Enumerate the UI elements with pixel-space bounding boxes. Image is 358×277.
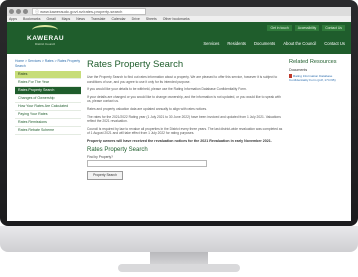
bookmark-item[interactable]: Calendar (111, 17, 125, 21)
paragraph: Council is required by law to revalue al… (87, 126, 283, 136)
nav-contact[interactable]: Contact Us (324, 41, 345, 46)
property-field-label: Find by Property? (87, 154, 114, 159)
logo-text: KAWERAU (27, 35, 65, 42)
related-resources: Related Resources Documents Rating Infor… (289, 59, 347, 83)
council-logo[interactable]: KAWERAU District Council (27, 25, 65, 46)
bookmark-item[interactable]: Sheets (146, 17, 157, 21)
nav-documents[interactable]: Documents (254, 41, 275, 46)
bookmark-item[interactable]: Translate (91, 17, 105, 21)
page-title: Rates Property Search (87, 59, 184, 70)
property-search-input[interactable] (87, 159, 207, 167)
monitor-chin (0, 226, 358, 252)
sidebar-item-rates[interactable]: Rates (15, 71, 81, 79)
bookmark-item[interactable]: Apps (9, 17, 17, 21)
sidebar-item-rates-property-search[interactable]: Rates Property Search (15, 87, 81, 95)
util-link[interactable]: Get in touch (267, 25, 292, 31)
utility-links: Get in touch Accessibility Contact Us (267, 25, 345, 31)
bookmark-item[interactable]: News (76, 17, 85, 21)
back-icon[interactable] (9, 9, 14, 14)
sidebar-item-rates-rebate[interactable]: Rates Rebate Scheme (15, 127, 81, 135)
bookmark-item[interactable]: Maps (62, 17, 71, 21)
paragraph: If you would like your details to be wit… (87, 87, 247, 92)
address-bar[interactable]: ⓘ www.kaweraudc.govt.nz/rates-property-s… (32, 8, 146, 15)
browser-toolbar: ⓘ www.kaweraudc.govt.nz/rates-property-s… (7, 7, 351, 16)
nav-residents[interactable]: Residents (227, 41, 246, 46)
paragraph: Rates and property valuation data are up… (87, 106, 208, 111)
logo-subtext: District Council (34, 42, 55, 46)
related-subtitle: Documents (289, 68, 308, 72)
property-search-button[interactable]: Property Search (87, 170, 123, 180)
main-content: Rates Property Search Use the Property S… (87, 59, 283, 180)
paragraph: The rates for the 2021/2022 Rating year … (87, 114, 281, 124)
sidebar-item-changes-of-ownership[interactable]: Changes of Ownership (15, 95, 81, 103)
sidebar: Home > Services > Rates > Rates Property… (15, 59, 81, 135)
related-link-text[interactable]: Rating Information Database Confidential… (289, 74, 336, 82)
main-nav: Services Residents Documents About the C… (203, 41, 345, 46)
paragraph: If your details are changed or you would… (87, 94, 281, 104)
nav-about[interactable]: About the Council (283, 41, 316, 46)
related-link-item[interactable]: Rating Information Database Confidential… (289, 74, 347, 83)
reload-icon[interactable] (23, 9, 28, 14)
bookmark-item[interactable]: Bookmarks (23, 17, 41, 21)
bookmark-item[interactable]: Gmail (47, 17, 56, 21)
bookmark-item[interactable]: Other bookmarks (163, 17, 190, 21)
sidebar-item-rates-remissions[interactable]: Rates Remissions (15, 119, 81, 127)
monitor-stand-base (118, 264, 240, 272)
screen: ⓘ www.kaweraudc.govt.nz/rates-property-s… (7, 7, 351, 221)
nav-services[interactable]: Services (203, 41, 219, 46)
sidebar-item-rates-for-the-year[interactable]: Rates For The Year (15, 79, 81, 87)
sidebar-item-paying-rates[interactable]: Paying Your Rates (15, 111, 81, 119)
bookmark-item[interactable]: Drive (132, 17, 140, 21)
util-link[interactable]: Accessibility (294, 25, 320, 31)
intro-paragraph: Use the Property Search to find out rate… (87, 75, 278, 84)
logo-arc-icon (32, 25, 58, 35)
related-title: Related Resources (289, 59, 337, 65)
revaluation-notice: Property owners will have received the r… (87, 138, 272, 143)
site-header: KAWERAU District Council Get in touch Ac… (7, 22, 351, 54)
breadcrumb[interactable]: Home > Services > Rates > Rates Property… (15, 59, 81, 68)
util-link[interactable]: Contact Us (322, 25, 345, 31)
sidebar-item-how-rates-calculated[interactable]: How Your Rates Are Calculated (15, 103, 81, 111)
search-form-title: Rates Property Search (87, 146, 148, 153)
forward-icon[interactable] (16, 9, 21, 14)
